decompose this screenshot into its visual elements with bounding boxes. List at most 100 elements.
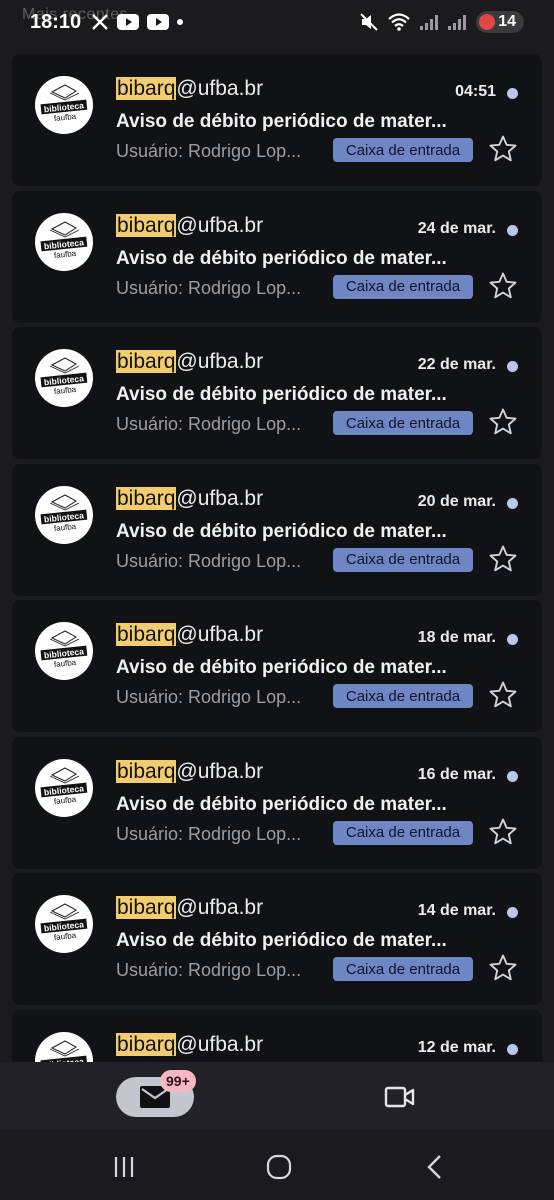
unread-indicator [507,497,518,509]
logo-text-bottom: faufba [53,248,77,259]
logo-text-bottom: faufba [53,521,77,532]
unread-indicator [507,1043,518,1055]
sender-domain: @ufba.br [176,350,264,373]
email-item[interactable]: biblioteca faufba bibarq@ufba.br 20 de mar.… [12,463,542,596]
sender-address: bibarq@ufba.br [116,896,263,920]
inbox-label: Caixa de entrada [333,547,473,572]
email-snippet: Usuário: Rodrigo Lop... [116,960,302,980]
email-item[interactable]: biblioteca faufba bibarq@ufba.br 04:51 Aviso… [12,54,542,186]
star-icon[interactable] [488,817,518,847]
email-date: 04:51 [455,83,496,100]
email-snippet: Usuário: Rodrigo Lop... [116,823,302,844]
unread-indicator [507,361,518,372]
email-snippet: Usuário: Rodrigo Lop... [116,141,302,161]
unread-indicator [507,634,518,645]
sender-domain: @ufba.br [176,623,264,646]
email-date: 18 de mar. [417,629,496,646]
email-item[interactable]: bibliotecafaufba bibarq@ufba.br 12 de mar.… [12,1009,542,1062]
inbox-label: Caixa de entrada [333,820,473,845]
inbox-label: Caixa de entrada [333,274,473,299]
inbox-label: Caixa de entrada [333,684,473,708]
sender-address: bibarq@ufba.br [116,759,264,784]
battery-saver-icon [479,14,496,30]
youtube-icon-2 [147,14,170,30]
logo-text-bottom: faufba [53,658,77,669]
email-date: 24 de mar. [417,219,496,237]
sender-address: bibarq@ufba.br [116,486,264,511]
meet-tab[interactable] [380,1080,420,1114]
sender-avatar[interactable]: bibliotecafaufba [35,758,93,817]
email-date: 20 de mar. [417,492,496,510]
recent-apps-button[interactable] [104,1152,144,1182]
sender-search-highlight: bibarq [116,896,177,919]
star-icon[interactable] [488,680,518,710]
email-item[interactable]: biblioteca faufba bibarq@ufba.br 14 de mar.… [12,873,542,1005]
biblioteca-faufba-logo: bibliotecafaufba [40,220,88,260]
sender-avatar[interactable]: bibliotecafaufba [35,1031,93,1062]
status-bar: Mais recentes 18:10 14 [0,0,554,44]
mute-icon [360,13,378,31]
sender-avatar[interactable]: bibliotecafaufba [35,485,93,544]
email-subject: Aviso de débito periódico de mater... [116,930,447,951]
star-icon[interactable] [488,544,518,574]
email-item[interactable]: biblioteca faufba bibarq@ufba.br 24 de mar.… [12,190,542,323]
wifi-icon [388,13,410,31]
sender-domain: @ufba.br [176,486,264,510]
youtube-icon [117,14,140,30]
email-list[interactable]: biblioteca faufba bibarq@ufba.br 04:51 Aviso… [0,44,554,1062]
sender-search-highlight: bibarq [116,77,177,100]
sender-avatar[interactable]: bibliotecafaufba [35,76,93,134]
notification-dot-icon [177,19,184,25]
battery-indicator: 14 [476,11,524,33]
sender-address: bibarq@ufba.br [116,77,263,101]
email-snippet: Usuário: Rodrigo Lop... [116,550,302,571]
bottom-navigation: 99+ [0,1062,554,1130]
sender-search-highlight: bibarq [116,1032,177,1056]
inbox-label: Caixa de entrada [333,411,473,435]
email-item[interactable]: biblioteca faufba bibarq@ufba.br 16 de mar.… [12,736,542,869]
sender-address: bibarq@ufba.br [116,623,263,647]
email-snippet: Usuário: Rodrigo Lop... [116,687,302,707]
biblioteca-faufba-logo: bibliotecafaufba [40,357,88,396]
signal-icon-2 [448,14,467,30]
sender-avatar[interactable]: bibliotecafaufba [35,622,93,680]
sender-domain: @ufba.br [176,759,264,783]
logo-text-bottom: faufba [53,112,77,123]
biblioteca-faufba-logo: bibliotecafaufba [40,84,88,123]
sender-search-highlight: bibarq [116,213,177,237]
biblioteca-faufba-logo: bibliotecafaufba [40,903,88,942]
sender-avatar[interactable]: bibliotecafaufba [35,895,93,953]
star-icon[interactable] [488,271,518,301]
email-item[interactable]: biblioteca faufba bibarq@ufba.br 22 de mar.… [12,327,542,459]
video-camera-icon [384,1086,415,1108]
email-date: 16 de mar. [417,765,496,783]
email-subject: Aviso de débito periódico de mater... [116,520,447,542]
biblioteca-faufba-logo: bibliotecafaufba [40,630,88,669]
star-icon[interactable] [488,407,518,437]
email-date: 14 de mar. [417,902,496,919]
sender-domain: @ufba.br [176,77,264,100]
biblioteca-faufba-logo: bibliotecafaufba [40,766,88,806]
email-date: 22 de mar. [417,356,496,373]
sender-search-highlight: bibarq [116,759,177,783]
sender-domain: @ufba.br [176,213,264,237]
sender-search-highlight: bibarq [116,486,177,510]
logo-text-bottom: faufba [53,794,77,805]
home-button[interactable] [259,1152,299,1182]
sender-address: bibarq@ufba.br [116,350,263,374]
sender-avatar[interactable]: bibliotecafaufba [35,349,93,407]
signal-icon [420,14,439,30]
sender-address: bibarq@ufba.br [116,1032,264,1057]
unread-indicator [507,907,518,918]
back-button[interactable] [414,1152,454,1182]
sender-domain: @ufba.br [176,1032,264,1056]
email-item[interactable]: biblioteca faufba bibarq@ufba.br 18 de mar.… [12,600,542,732]
unread-badge: 99+ [160,1070,196,1092]
home-icon [266,1154,292,1180]
star-icon[interactable] [488,953,518,983]
sender-avatar[interactable]: bibliotecafaufba [35,212,93,271]
star-icon[interactable] [488,134,518,164]
email-subject: Aviso de débito periódico de mater... [116,384,447,405]
email-snippet: Usuário: Rodrigo Lop... [116,277,302,298]
x-app-icon [92,14,109,30]
